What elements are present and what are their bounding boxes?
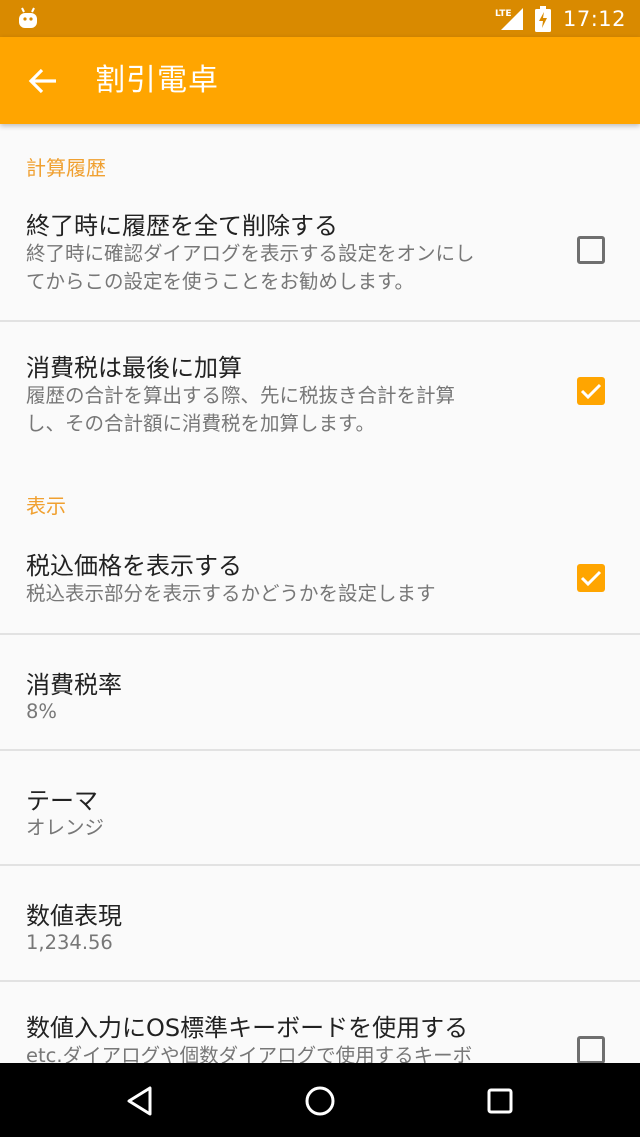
pref-os-keyboard[interactable]: 数値入力にOS標準キーボードを使用する etc.ダイアログや個数ダイアログで使用…	[0, 982, 640, 1063]
pref-title: 消費税率	[26, 671, 122, 699]
status-time: 17:12	[562, 6, 626, 31]
pref-summary-line1: 終了時に確認ダイアログを表示する設定をオンにし	[26, 242, 475, 265]
android-bot-icon	[19, 7, 37, 28]
pref-title: テーマ	[26, 787, 98, 815]
pref-title: 税込価格を表示する	[26, 552, 242, 580]
pref-show-tax-price[interactable]: 税込価格を表示する 税込表示部分を表示するかどうかを設定します	[0, 534, 640, 634]
tax-last-checkbox[interactable]	[577, 377, 605, 405]
pref-title: 数値入力にOS標準キーボードを使用する	[26, 1014, 469, 1042]
pref-tax-added-last[interactable]: 消費税は最後に加算 履歴の合計を算出する際、先に税抜き合計を計算 し、その合計額…	[0, 334, 640, 454]
pref-clear-history-on-exit[interactable]: 終了時に履歴を全て削除する 終了時に確認ダイアログを表示する設定をオンにし てか…	[0, 194, 640, 320]
status-bar: LTE 17:12	[0, 0, 640, 37]
show-tax-price-checkbox[interactable]	[577, 564, 605, 592]
arrow-back-icon[interactable]	[26, 64, 60, 98]
pref-title: 数値表現	[26, 902, 122, 930]
check-icon	[580, 570, 602, 587]
check-icon	[580, 383, 602, 400]
svg-text:LTE: LTE	[495, 9, 512, 19]
settings-list[interactable]: 計算履歴 終了時に履歴を全て削除する 終了時に確認ダイアログを表示する設定をオン…	[0, 124, 640, 1063]
pref-value: 8%	[26, 700, 57, 723]
pref-summary-line1: 履歴の合計を算出する際、先に税抜き合計を計算	[26, 384, 456, 407]
pref-value: 1,234.56	[26, 931, 113, 954]
section-header-display: 表示	[26, 494, 66, 518]
lte-signal-icon: LTE	[495, 7, 523, 30]
pref-summary: etc.ダイアログや個数ダイアログで使用するキーボ	[26, 1044, 473, 1063]
pref-summary: 税込表示部分を表示するかどうかを設定します	[26, 582, 436, 605]
section-header-history: 計算履歴	[26, 156, 106, 180]
pref-value: オレンジ	[26, 816, 105, 839]
page-title: 割引電卓	[95, 63, 219, 98]
pref-title: 終了時に履歴を全て削除する	[26, 212, 338, 240]
navigation-bar	[0, 1063, 640, 1137]
pref-theme[interactable]: テーマ オレンジ	[0, 751, 640, 865]
battery-charging-icon	[534, 5, 551, 32]
pref-tax-rate[interactable]: 消費税率 8%	[0, 635, 640, 749]
clear-history-checkbox[interactable]	[577, 236, 605, 264]
pref-number-format[interactable]: 数値表現 1,234.56	[0, 866, 640, 980]
home-circle-icon[interactable]	[300, 1081, 340, 1121]
pref-summary-line2: し、その合計額に消費税を加算します。	[26, 412, 376, 435]
pref-title: 消費税は最後に加算	[26, 354, 242, 382]
divider	[0, 320, 640, 322]
app-bar: 割引電卓	[0, 37, 640, 124]
back-triangle-icon[interactable]	[120, 1081, 160, 1121]
recents-square-icon[interactable]	[480, 1081, 520, 1121]
pref-summary-line2: てからこの設定を使うことをお勧めします。	[26, 270, 415, 293]
os-keyboard-checkbox[interactable]	[577, 1036, 605, 1063]
